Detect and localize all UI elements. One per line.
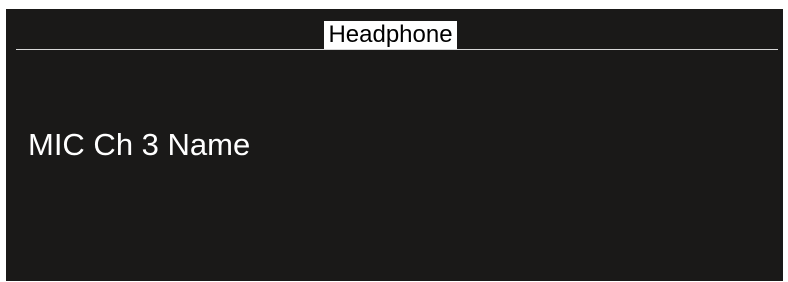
- title-divider: [16, 49, 778, 50]
- device-display-screen: Headphone MIC Ch 3 Name: [6, 9, 783, 281]
- screen-title: Headphone: [324, 21, 457, 49]
- title-bar: Headphone: [6, 21, 783, 49]
- menu-item-label[interactable]: MIC Ch 3 Name: [28, 127, 250, 163]
